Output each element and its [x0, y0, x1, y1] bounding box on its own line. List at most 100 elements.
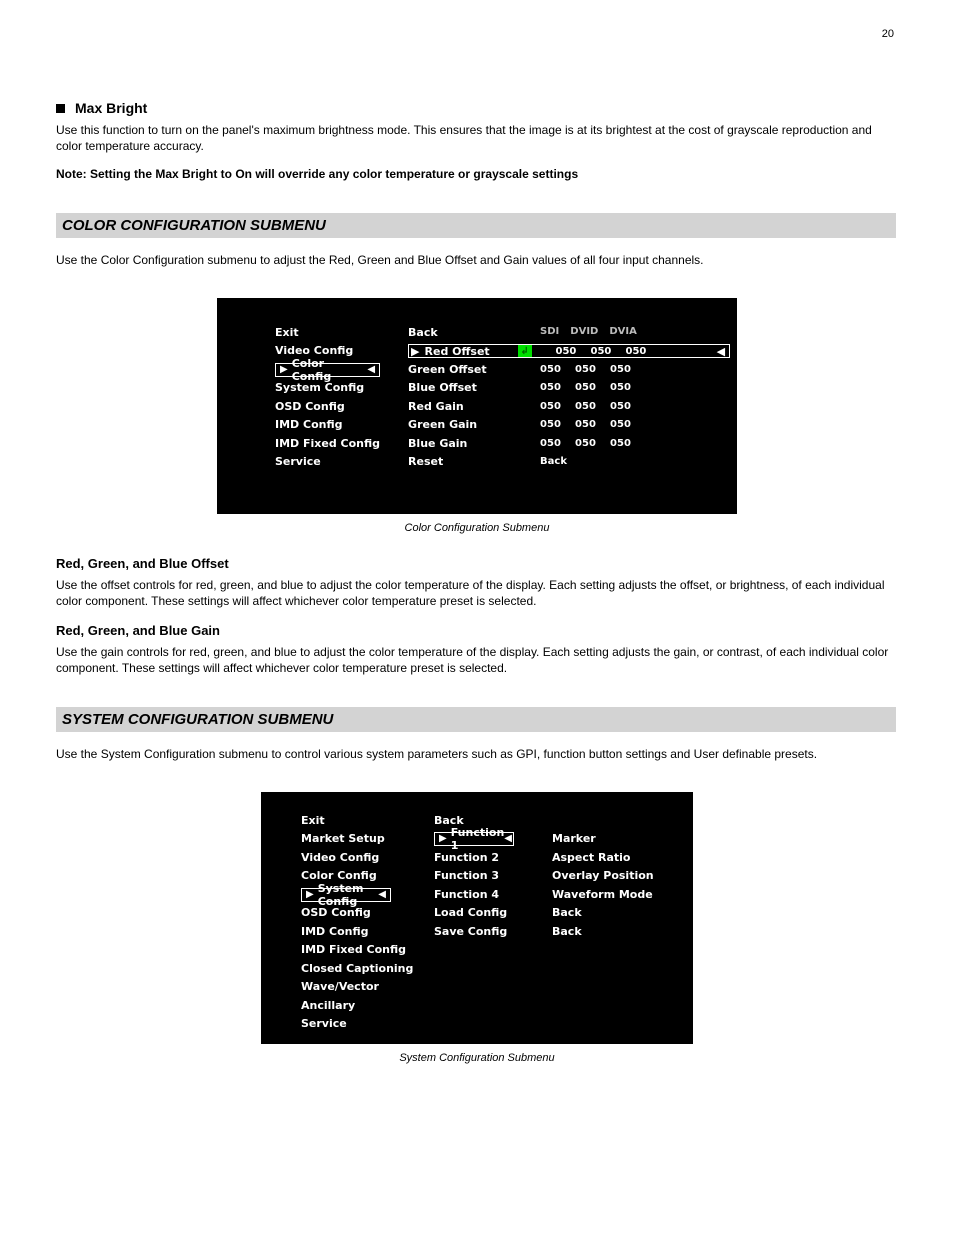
osd1-left-0: Exit: [275, 326, 380, 340]
osd1-mid-3: Blue Offset: [408, 381, 540, 395]
osd2-m-1: Function 1: [447, 826, 505, 852]
osd1-mid-0: Back: [408, 326, 540, 340]
square-bullet-icon: [56, 104, 65, 113]
osd1-row-4: Red Gain 050050050: [408, 400, 730, 414]
osd2-right-col: . Marker Aspect Ratio Overlay Position W…: [552, 814, 663, 1024]
system-config-intro: Use the System Configuration submenu to …: [56, 746, 896, 762]
osd2-left-selected: System Config: [301, 888, 391, 902]
v-5-2: 050: [610, 437, 634, 451]
osd1-right-block: Back SDI DVID DVIA Red Offset ↲ 050 050: [408, 326, 730, 494]
osd1-left-5: IMD Config: [275, 418, 380, 432]
triangle-left-icon: [378, 890, 386, 900]
osd2-l-4: System Config: [314, 882, 379, 908]
osd1-row-2: Green Offset 050 050 050: [408, 363, 730, 377]
v-reset: Back: [540, 455, 567, 469]
color-config-title: COLOR CONFIGURATION SUBMENU: [56, 213, 896, 238]
document-page: 20 Max Bright Use this function to turn …: [0, 0, 954, 1235]
osd1-left-2: Color Config: [288, 357, 368, 383]
osd2-l-11: Service: [301, 1017, 406, 1031]
osd2-r-4: Back: [552, 906, 663, 920]
osd2-l-7: IMD Fixed Config: [301, 943, 406, 957]
v-1-0: 050: [540, 363, 564, 377]
osd2-mid-selected: Function 1: [434, 832, 514, 846]
system-config-osd: Exit Market Setup Video Config Color Con…: [261, 792, 693, 1044]
osd2-l-0: Exit: [301, 814, 406, 828]
osd2-l-8: Closed Captioning: [301, 962, 406, 976]
triangle-left-icon: [504, 834, 512, 844]
osd1-mid-7: Reset: [408, 455, 540, 469]
osd2-m-4: Function 4: [434, 888, 524, 902]
v-0-2: 050: [626, 346, 650, 357]
osd2-m-6: Save Config: [434, 925, 524, 939]
triangle-right-icon: [306, 890, 314, 900]
color-config-caption: Color Configuration Submenu: [56, 522, 898, 534]
triangle-left-icon: [367, 365, 375, 375]
gain-text: Use the gain controls for red, green, an…: [56, 644, 896, 676]
osd1-mid-4: Red Gain: [408, 400, 540, 414]
osd1-row-3: Blue Offset 050050050: [408, 381, 730, 395]
osd2-left-col: Exit Market Setup Video Config Color Con…: [301, 814, 406, 1024]
offset-heading: Red, Green, and Blue Offset: [56, 556, 898, 571]
osd2-mid-col: Back Function 1 Function 2 Function 3 Fu…: [434, 814, 524, 1024]
osd2-r-0: Marker: [552, 832, 663, 846]
enter-badge-icon: ↲: [518, 345, 532, 357]
page-number: 20: [882, 28, 894, 40]
osd1-left-selected: Color Config: [275, 363, 380, 377]
hdr-sdi: SDI: [540, 326, 559, 337]
max-bright-heading: Max Bright: [75, 100, 147, 116]
v-5-1: 050: [575, 437, 599, 451]
osd2-l-5: OSD Config: [301, 906, 406, 920]
osd1-header-row: Back SDI DVID DVIA: [408, 326, 730, 340]
osd1-mid-1: Red Offset: [422, 345, 518, 358]
system-config-caption: System Configuration Submenu: [56, 1052, 898, 1064]
osd1-left-col: Exit Video Config Color Config System Co…: [275, 326, 380, 494]
osd2-l-6: IMD Config: [301, 925, 406, 939]
triangle-right-icon: [439, 834, 447, 844]
osd2-m-3: Function 3: [434, 869, 524, 883]
osd1-highlight-row: Red Offset ↲ 050 050 050: [408, 344, 730, 358]
v-1-1: 050: [575, 363, 599, 377]
v-5-0: 050: [540, 437, 564, 451]
color-config-osd: Exit Video Config Color Config System Co…: [217, 298, 737, 514]
osd2-r-2: Overlay Position: [552, 869, 663, 883]
max-bright-heading-row: Max Bright: [56, 100, 898, 116]
max-bright-description: Use this function to turn on the panel's…: [56, 122, 896, 154]
osd2-l-10: Ancillary: [301, 999, 406, 1013]
osd2-l-1: Market Setup: [301, 832, 406, 846]
v-1-2: 050: [610, 363, 634, 377]
v-4-1: 050: [575, 418, 599, 432]
osd1-mid-5: Green Gain: [408, 418, 540, 432]
max-bright-note: Note: Setting the Max Bright to On will …: [56, 166, 896, 182]
osd2-r-5: Back: [552, 925, 663, 939]
osd1-left-6: IMD Fixed Config: [275, 437, 380, 451]
triangle-right-icon: [280, 365, 288, 375]
osd2-m-2: Function 2: [434, 851, 524, 865]
osd1-row-7: Reset Back: [408, 455, 730, 469]
v-2-1: 050: [575, 381, 599, 395]
v-4-2: 050: [610, 418, 634, 432]
offset-text: Use the offset controls for red, green, …: [56, 577, 896, 609]
triangle-right-icon: [411, 345, 419, 358]
v-0-0: 050: [556, 346, 580, 357]
osd2-l-9: Wave/Vector: [301, 980, 406, 994]
gain-heading: Red, Green, and Blue Gain: [56, 623, 898, 638]
hdr-dvia: DVIA: [609, 326, 637, 337]
v-3-1: 050: [575, 400, 599, 414]
system-config-title: SYSTEM CONFIGURATION SUBMENU: [56, 707, 896, 732]
osd1-left-3: System Config: [275, 381, 380, 395]
v-2-2: 050: [610, 381, 634, 395]
osd1-left-7: Service: [275, 455, 380, 469]
osd1-mid-2: Green Offset: [408, 363, 540, 377]
osd1-row0-vals: 050 050 050: [556, 346, 715, 357]
osd2-r-1: Aspect Ratio: [552, 851, 663, 865]
v-0-1: 050: [591, 346, 615, 357]
osd2-l-2: Video Config: [301, 851, 406, 865]
osd1-values-header: SDI DVID DVIA: [540, 326, 637, 337]
osd1-mid-6: Blue Gain: [408, 437, 540, 451]
osd2-m-5: Load Config: [434, 906, 524, 920]
osd1-left-4: OSD Config: [275, 400, 380, 414]
hdr-dvid: DVID: [570, 326, 598, 337]
max-bright-block: Max Bright Use this function to turn on …: [56, 100, 898, 183]
v-3-0: 050: [540, 400, 564, 414]
color-config-intro: Use the Color Configuration submenu to a…: [56, 252, 896, 268]
